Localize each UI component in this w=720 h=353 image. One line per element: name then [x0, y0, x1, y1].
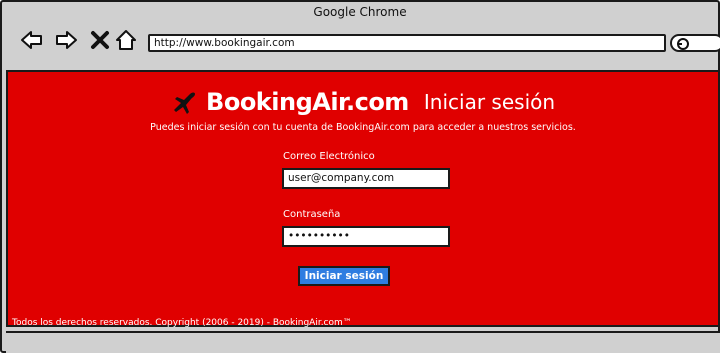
browser-toolbar: http://www.bookingair.com	[2, 22, 720, 68]
window-title: Google Chrome	[313, 5, 407, 19]
status-bar	[6, 331, 720, 353]
back-icon[interactable]	[20, 28, 44, 52]
password-label: Contraseña	[283, 209, 341, 220]
email-label: Correo Electrónico	[283, 151, 375, 162]
forward-icon[interactable]	[54, 28, 78, 52]
browser-window: Google Chrome http://www.bookingair.com	[0, 0, 720, 353]
login-subtitle: Puedes iniciar sesión con tu cuenta de B…	[150, 122, 576, 133]
airplane-icon	[171, 90, 197, 114]
brand-name: BookingAir.com	[206, 88, 409, 116]
login-heading: Iniciar sesión	[423, 90, 556, 114]
footer-copyright: Todos los derechos reservados. Copyright…	[12, 318, 352, 328]
search-icon	[677, 38, 689, 50]
stop-icon[interactable]	[88, 28, 112, 52]
address-bar[interactable]: http://www.bookingair.com	[148, 34, 666, 52]
home-icon[interactable]	[114, 28, 138, 52]
page-content: BookingAir.com Iniciar sesión Puedes ini…	[6, 70, 720, 328]
header: BookingAir.com Iniciar sesión	[8, 88, 718, 116]
login-button[interactable]: Iniciar sesión	[298, 266, 390, 286]
password-field[interactable]: ••••••••••	[282, 226, 450, 247]
search-field[interactable]	[670, 34, 720, 52]
email-field[interactable]: user@company.com	[282, 168, 450, 189]
